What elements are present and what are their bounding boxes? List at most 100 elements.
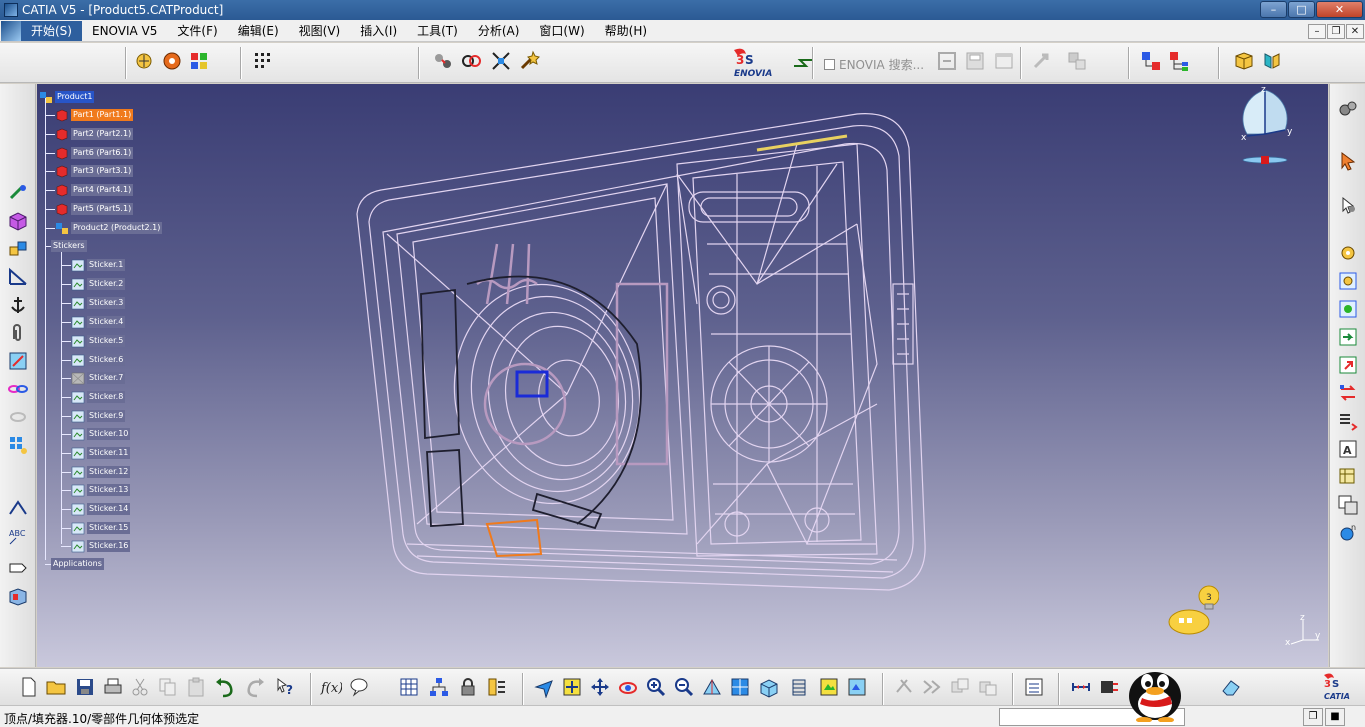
flag-note-icon[interactable] (7, 556, 29, 578)
swap-visible-space-icon[interactable] (846, 676, 868, 698)
catalog-gear-icon[interactable] (1337, 242, 1359, 264)
snap-icon[interactable] (432, 50, 454, 72)
menu-analyze[interactable]: 分析(A) (468, 21, 530, 41)
tree-sticker-node[interactable]: Sticker.10 (61, 427, 131, 441)
assembly-design-icon[interactable] (1261, 50, 1283, 72)
enovia-save-icon[interactable] (964, 50, 986, 72)
menu-insert[interactable]: 插入(I) (350, 21, 407, 41)
tree-sticker-node[interactable]: Sticker.11 (61, 446, 131, 460)
tree-applications-node[interactable]: Applications (45, 557, 104, 571)
zoom-in-icon[interactable] (645, 676, 667, 698)
measure-between-icon[interactable] (1070, 676, 1092, 698)
tree-sticker-node[interactable]: Sticker.16 (61, 539, 131, 553)
fit-all-icon[interactable] (561, 676, 583, 698)
tree-sticker-node[interactable]: Sticker.1 (61, 258, 126, 272)
select-arrow-icon[interactable] (1337, 150, 1359, 172)
assembly-features-icon[interactable] (949, 676, 971, 698)
tree-root-node[interactable]: Product1 (39, 90, 95, 104)
normal-view-icon[interactable] (701, 676, 723, 698)
doc-minimize-button[interactable]: – (1308, 24, 1326, 39)
hierarchy-icon[interactable] (428, 676, 450, 698)
doc-restore-button[interactable]: ❐ (1327, 24, 1345, 39)
sketch-icon[interactable] (7, 266, 29, 288)
paperclip-icon[interactable] (7, 322, 29, 344)
tree-sticker-node[interactable]: Sticker.4 (61, 315, 126, 329)
scene-icon[interactable] (7, 586, 29, 608)
fast-forward-icon[interactable] (921, 676, 943, 698)
pattern-icon[interactable] (7, 434, 29, 456)
text-frame-icon[interactable]: A (1337, 438, 1359, 460)
select-filter-icon[interactable] (1337, 194, 1359, 216)
tree-node[interactable]: Part1 (Part1.1) (45, 108, 134, 122)
tree-expand-icon[interactable] (1168, 50, 1190, 72)
assembly-split-icon[interactable] (977, 676, 999, 698)
pan-icon[interactable] (589, 676, 611, 698)
tree-sticker-node[interactable]: Sticker.3 (61, 296, 126, 310)
link-chain-icon[interactable] (7, 378, 29, 400)
copy-icon[interactable] (157, 676, 179, 698)
scissors-cut-icon[interactable] (893, 676, 915, 698)
gear-n-icon[interactable]: n (1337, 522, 1359, 544)
enovia-send-icon[interactable] (792, 52, 814, 74)
close-button[interactable]: ✕ (1316, 1, 1363, 18)
zoom-out-icon[interactable] (673, 676, 695, 698)
selected-part-outline[interactable] (485, 518, 543, 558)
tree-sticker-node[interactable]: Sticker.8 (61, 390, 126, 404)
magic-wand-icon[interactable] (518, 50, 540, 72)
menu-view[interactable]: 视图(V) (289, 21, 351, 41)
assembly-constraint-icon[interactable] (7, 182, 29, 204)
disabled-link-icon[interactable] (7, 406, 29, 428)
tree-sticker-node[interactable]: Sticker.5 (61, 334, 126, 348)
iso-view-icon[interactable] (757, 676, 779, 698)
tree-sticker-node[interactable]: Sticker.2 (61, 277, 126, 291)
cut-icon[interactable] (129, 676, 151, 698)
menu-file[interactable]: 文件(F) (167, 21, 227, 41)
enovia-search-checkbox[interactable] (824, 58, 835, 70)
copy-table-icon[interactable] (1337, 494, 1359, 516)
status-stop-button[interactable]: ■ (1325, 708, 1345, 726)
color-palette-icon[interactable] (188, 50, 210, 72)
tree-sticker-node[interactable]: Sticker.12 (61, 465, 131, 479)
enovia-structure-icon[interactable] (936, 50, 958, 72)
explode-icon[interactable] (490, 50, 512, 72)
tree-node[interactable]: Product2 (Product2.1) (45, 221, 163, 235)
tree-sticker-node[interactable]: Sticker.13 (61, 483, 131, 497)
existing-component-icon[interactable] (7, 210, 29, 232)
new-part-icon[interactable] (7, 238, 29, 260)
text-annotation-icon[interactable]: ABC (7, 524, 29, 546)
measure-item-icon[interactable] (1098, 676, 1120, 698)
anchor-icon[interactable] (7, 294, 29, 316)
product-update-icon[interactable] (1023, 676, 1045, 698)
menu-start[interactable]: 开始(S) (21, 20, 82, 41)
swap-icon[interactable] (1337, 382, 1359, 404)
update-gear-icon[interactable] (1337, 298, 1359, 320)
manipulation-icon[interactable] (161, 50, 183, 72)
formula-icon[interactable]: f(x) (320, 676, 343, 698)
fly-mode-icon[interactable] (533, 676, 555, 699)
status-restore-button[interactable]: ❐ (1303, 708, 1323, 726)
doc-close-button[interactable]: ✕ (1346, 24, 1364, 39)
tree-sticker-node[interactable]: Sticker.6 (61, 353, 126, 367)
lightbulb-message-icon[interactable]: 3 (1167, 584, 1219, 638)
paste-icon[interactable] (185, 676, 207, 698)
table-edit-icon[interactable] (1337, 466, 1359, 488)
save-icon[interactable] (74, 676, 96, 698)
catalog-browser-icon[interactable] (134, 50, 156, 72)
enovia-window-icon[interactable] (993, 50, 1015, 72)
open-folder-icon[interactable] (45, 676, 67, 698)
enovia-link-icon[interactable] (1066, 50, 1088, 72)
menu-edit[interactable]: 编辑(E) (228, 21, 289, 41)
measure-icon[interactable] (7, 350, 29, 372)
tree-node[interactable]: Part3 (Part3.1) (45, 164, 134, 178)
list-arrow-icon[interactable] (1337, 410, 1359, 432)
tree-node[interactable]: Part2 (Part2.1) (45, 127, 134, 141)
document-icon[interactable] (1, 20, 21, 41)
maximize-button[interactable]: □ (1288, 1, 1315, 18)
comment-icon[interactable] (348, 676, 370, 698)
redo-icon[interactable] (245, 676, 267, 698)
whats-this-icon[interactable]: ? (275, 676, 297, 698)
grid-points-icon[interactable] (252, 50, 274, 72)
enovia-search-toggle[interactable]: ENOVIA 搜索... (824, 54, 924, 74)
menu-enovia[interactable]: ENOVIA V5 (82, 21, 167, 41)
table-icon[interactable] (398, 676, 420, 698)
